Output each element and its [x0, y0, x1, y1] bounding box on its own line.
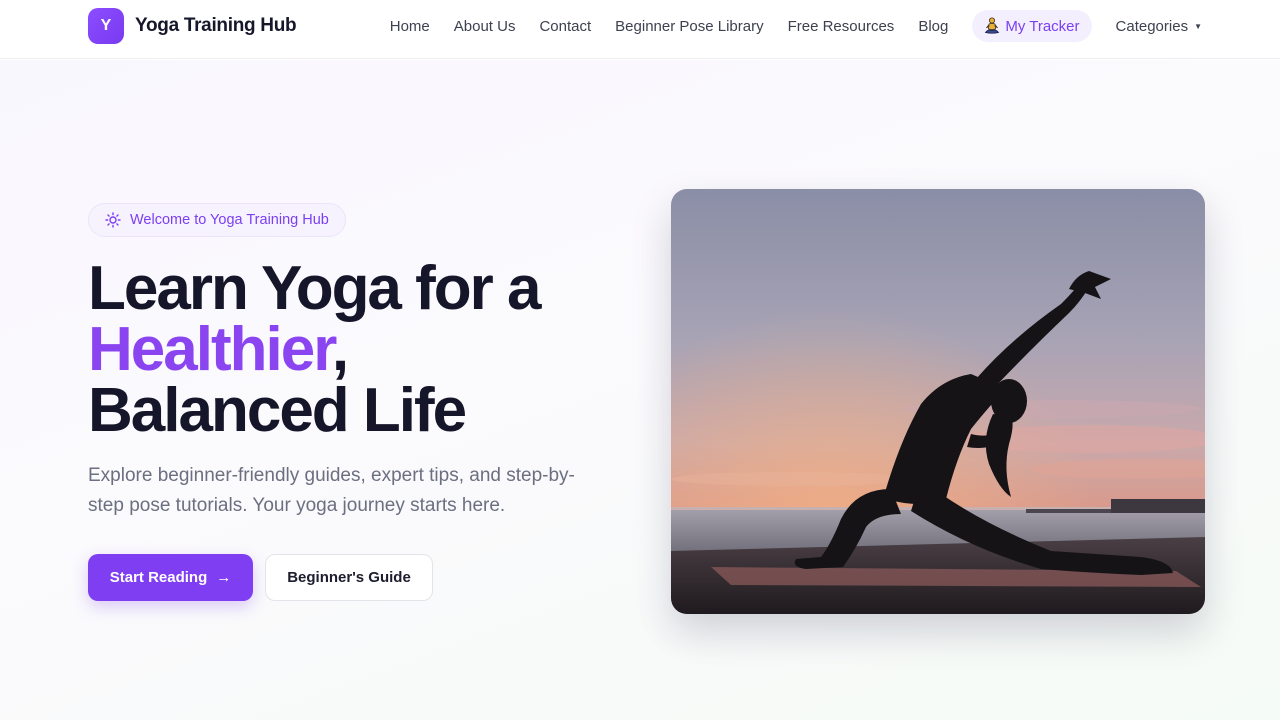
hero-headline: Learn Yoga for a Healthier, Balanced Lif… — [88, 254, 648, 445]
yoga-sunset-illustration — [671, 189, 1205, 614]
headline-accent: Healthier — [88, 315, 334, 384]
beginners-guide-button[interactable]: Beginner's Guide — [265, 554, 433, 601]
brand-name[interactable]: Yoga Training Hub — [135, 15, 297, 37]
headline-line-1: Learn Yoga for a — [88, 254, 542, 323]
hero-section: Welcome to Yoga Training Hub Learn Yoga … — [0, 60, 1280, 720]
meditation-icon — [985, 17, 1000, 34]
nav-link-free-resources[interactable]: Free Resources — [788, 18, 895, 35]
my-tracker-button[interactable]: My Tracker — [972, 10, 1092, 42]
headline-line-3: Balanced Life — [88, 376, 467, 445]
headline-line-2: Healthier, — [88, 319, 648, 381]
caret-down-icon: ▼ — [1194, 21, 1202, 31]
site-header: Y Yoga Training Hub Home About Us Contac… — [0, 0, 1280, 59]
hero-subtitle: Explore beginner-friendly guides, expert… — [88, 465, 575, 516]
nav-link-about-us[interactable]: About Us — [454, 18, 516, 35]
brand[interactable]: Y Yoga Training Hub — [88, 8, 297, 44]
nav-link-contact[interactable]: Contact — [539, 18, 591, 35]
welcome-badge: Welcome to Yoga Training Hub — [88, 203, 346, 237]
start-reading-label: Start Reading — [109, 569, 208, 586]
my-tracker-label: My Tracker — [1005, 17, 1080, 35]
arrow-right-icon: → — [216, 569, 232, 586]
brand-logo[interactable]: Y — [88, 8, 124, 44]
main-nav: Home About Us Contact Beginner Pose Libr… — [390, 10, 1202, 42]
nav-link-beginner-pose-library[interactable]: Beginner Pose Library — [615, 18, 763, 35]
hero-image — [671, 189, 1205, 614]
nav-link-home[interactable]: Home — [390, 18, 430, 35]
categories-dropdown[interactable]: Categories ▼ — [1116, 18, 1202, 35]
sun-icon — [105, 212, 121, 228]
nav-link-blog[interactable]: Blog — [918, 18, 948, 35]
welcome-badge-label: Welcome to Yoga Training Hub — [130, 212, 329, 228]
categories-label: Categories — [1115, 17, 1189, 35]
start-reading-button[interactable]: Start Reading → — [88, 554, 253, 601]
headline-accent-suffix: , — [331, 315, 349, 384]
